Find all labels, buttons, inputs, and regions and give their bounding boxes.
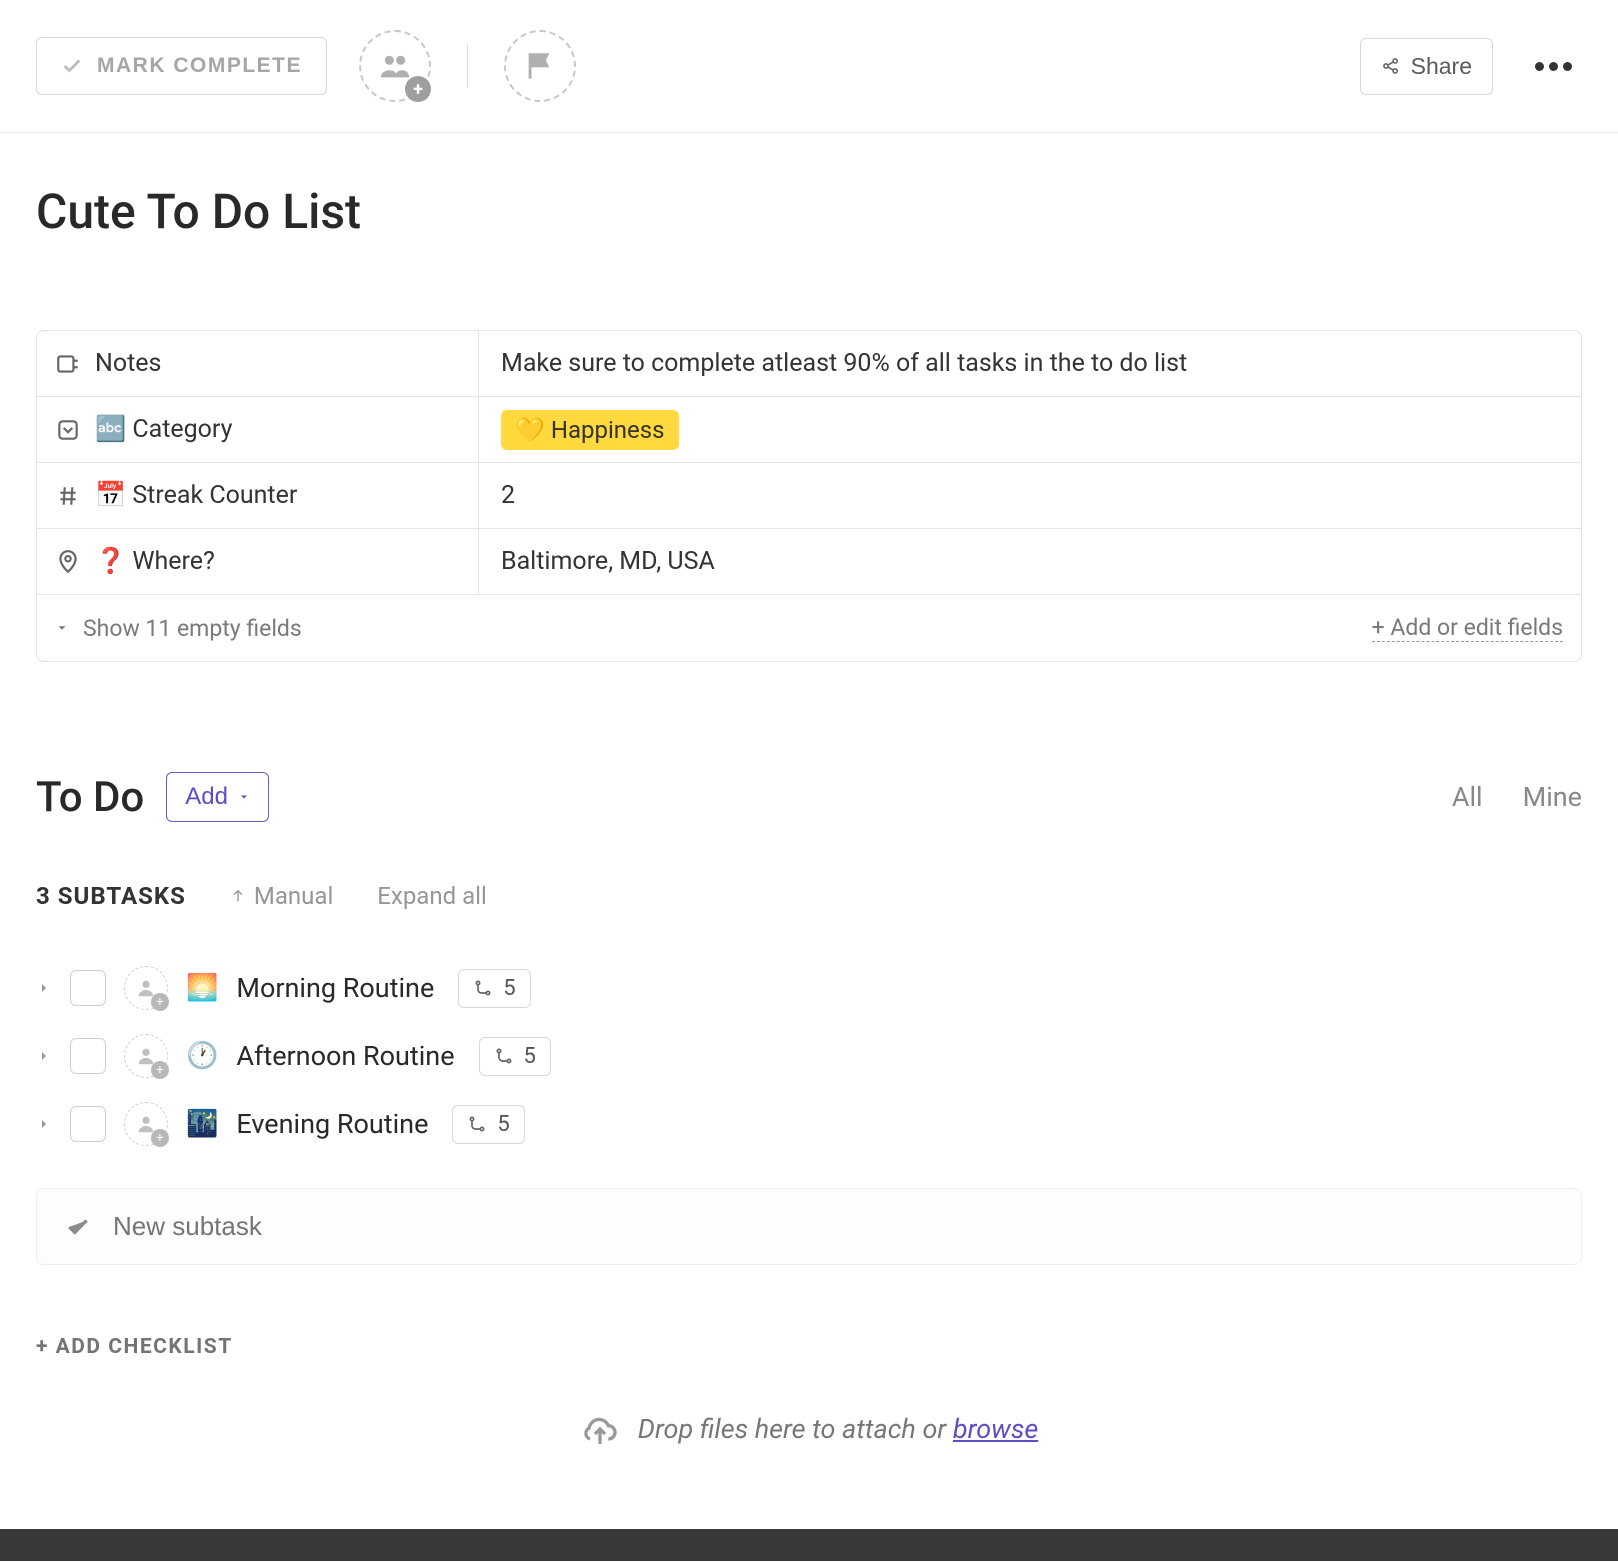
dot-icon	[1549, 62, 1558, 71]
assignee-button[interactable]: +	[124, 966, 168, 1010]
field-label-text: Notes	[95, 349, 161, 378]
vertical-divider	[467, 44, 468, 88]
task-filters: All Mine	[1452, 781, 1582, 813]
field-label: Notes	[37, 331, 479, 396]
task-name[interactable]: Morning Routine	[236, 972, 434, 1004]
flag-icon	[523, 49, 557, 83]
more-button[interactable]	[1525, 52, 1582, 81]
subtask-count-badge[interactable]: 5	[452, 1105, 524, 1144]
show-empty-label: Show 11 empty fields	[83, 615, 302, 642]
filter-all[interactable]: All	[1452, 781, 1483, 813]
sort-manual-button[interactable]: Manual	[230, 882, 333, 910]
add-checklist-button[interactable]: + ADD CHECKLIST	[36, 1335, 1582, 1359]
subtask-count-badge[interactable]: 5	[458, 969, 530, 1008]
subtask-count-value: 5	[524, 1044, 536, 1069]
bottom-bar	[0, 1529, 1618, 1561]
notes-icon	[55, 351, 81, 377]
field-label: ❓ Where?	[37, 529, 479, 594]
subtask-count-value: 5	[503, 976, 515, 1001]
share-button[interactable]: Share	[1360, 38, 1493, 95]
new-subtask-row[interactable]	[36, 1188, 1582, 1265]
task-name[interactable]: Afternoon Routine	[236, 1040, 454, 1072]
check-icon	[65, 1214, 91, 1240]
page-title: Cute To Do List	[36, 183, 1582, 240]
expand-toggle[interactable]	[36, 1048, 52, 1064]
hash-icon	[55, 483, 81, 509]
add-task-button[interactable]: Add	[166, 772, 269, 822]
task-checkbox[interactable]	[70, 1038, 106, 1074]
fields-table: Notes Make sure to complete atleast 90% …	[36, 330, 1582, 662]
field-label-text: 🔤 Category	[95, 415, 232, 444]
task-emoji-icon: 🌃	[186, 1109, 218, 1139]
task-row: + 🌅 Morning Routine 5	[36, 954, 1582, 1022]
field-value[interactable]: Make sure to complete atleast 90% of all…	[479, 331, 1581, 396]
new-subtask-input[interactable]	[113, 1211, 1553, 1242]
caret-down-icon	[238, 791, 250, 803]
category-tag: 💛 Happiness	[501, 410, 679, 450]
fields-footer: Show 11 empty fields + Add or edit field…	[37, 595, 1581, 661]
manual-label: Manual	[254, 882, 333, 910]
assignee-button[interactable]: +	[124, 1102, 168, 1146]
field-label: 📅 Streak Counter	[37, 463, 479, 528]
todo-heading: To Do	[36, 773, 144, 822]
filter-mine[interactable]: Mine	[1523, 781, 1582, 813]
subtask-count-value: 5	[497, 1112, 509, 1137]
field-label-text: 📅 Streak Counter	[95, 481, 297, 510]
assignee-button[interactable]: +	[124, 1034, 168, 1078]
pin-icon	[55, 549, 81, 575]
arrow-up-icon	[230, 888, 246, 904]
field-row-streak[interactable]: 📅 Streak Counter 2	[37, 463, 1581, 529]
field-value[interactable]: Baltimore, MD, USA	[479, 529, 1581, 594]
task-row: + 🕐 Afternoon Routine 5	[36, 1022, 1582, 1090]
share-icon	[1381, 56, 1401, 76]
show-empty-fields-button[interactable]: Show 11 empty fields	[55, 615, 302, 642]
plus-badge-icon: +	[151, 993, 169, 1011]
add-edit-fields-button[interactable]: + Add or edit fields	[1372, 614, 1563, 642]
subtask-icon	[494, 1046, 514, 1066]
add-people-button[interactable]: +	[359, 30, 431, 102]
mark-complete-button[interactable]: MARK COMPLETE	[36, 37, 327, 95]
plus-badge-icon: +	[151, 1129, 169, 1147]
task-name[interactable]: Evening Routine	[236, 1108, 428, 1140]
subtask-icon	[467, 1114, 487, 1134]
field-row-notes[interactable]: Notes Make sure to complete atleast 90% …	[37, 331, 1581, 397]
field-label-text: ❓ Where?	[95, 547, 215, 576]
flag-button[interactable]	[504, 30, 576, 102]
subtask-count: 3 SUBTASKS	[36, 882, 186, 910]
file-dropzone[interactable]: Drop files here to attach or browse	[36, 1389, 1582, 1469]
dot-icon	[1563, 62, 1572, 71]
task-emoji-icon: 🕐	[186, 1041, 218, 1071]
expand-toggle[interactable]	[36, 1116, 52, 1132]
cloud-upload-icon	[580, 1409, 620, 1449]
field-row-category[interactable]: 🔤 Category 💛 Happiness	[37, 397, 1581, 463]
browse-link[interactable]: browse	[953, 1413, 1038, 1445]
add-label: Add	[185, 783, 228, 811]
subtask-icon	[473, 978, 493, 998]
field-value[interactable]: 2	[479, 463, 1581, 528]
task-checkbox[interactable]	[70, 970, 106, 1006]
subtask-count-badge[interactable]: 5	[479, 1037, 551, 1076]
dot-icon	[1535, 62, 1544, 71]
field-label: 🔤 Category	[37, 397, 479, 462]
check-icon	[61, 55, 83, 77]
plus-badge-icon: +	[405, 76, 431, 102]
task-emoji-icon: 🌅	[186, 973, 218, 1003]
expand-all-button[interactable]: Expand all	[377, 882, 487, 910]
share-label: Share	[1411, 53, 1472, 80]
select-icon	[55, 417, 81, 443]
caret-down-icon	[55, 621, 69, 635]
task-checkbox[interactable]	[70, 1106, 106, 1142]
people-icon	[378, 49, 412, 83]
dropzone-text: Drop files here to attach or browse	[638, 1413, 1039, 1445]
field-row-where[interactable]: ❓ Where? Baltimore, MD, USA	[37, 529, 1581, 595]
expand-toggle[interactable]	[36, 980, 52, 996]
mark-complete-label: MARK COMPLETE	[97, 54, 302, 78]
plus-badge-icon: +	[151, 1061, 169, 1079]
field-value[interactable]: 💛 Happiness	[479, 397, 1581, 462]
task-row: + 🌃 Evening Routine 5	[36, 1090, 1582, 1158]
